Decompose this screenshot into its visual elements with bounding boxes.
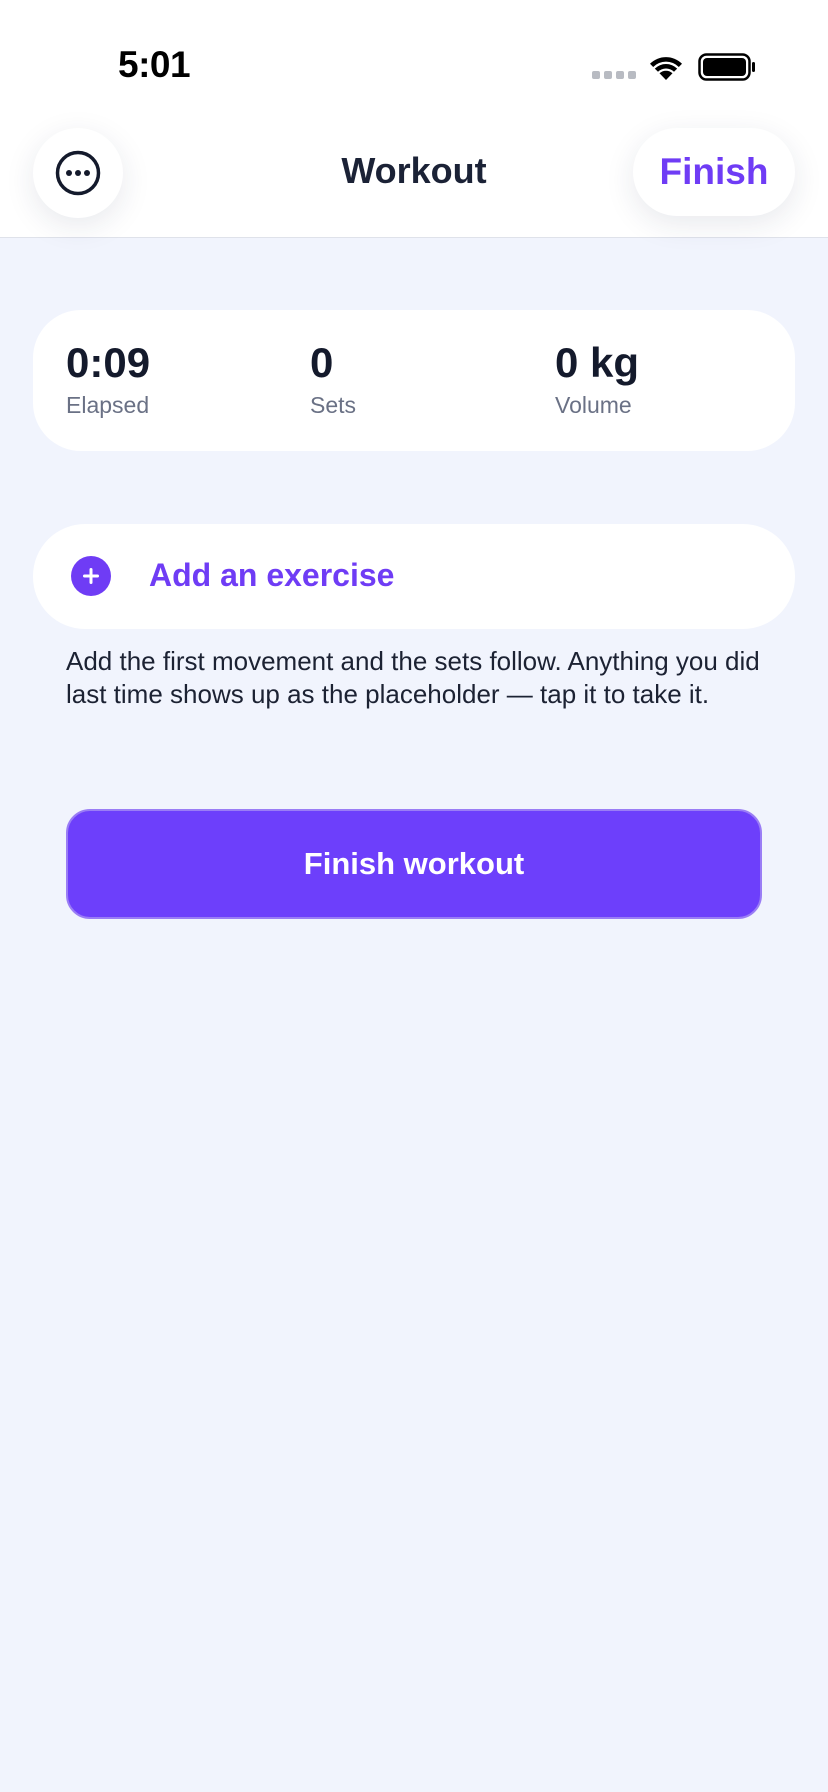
- empty-state-hint: Add the first movement and the sets foll…: [66, 646, 760, 709]
- add-exercise-label: Add an exercise: [149, 557, 395, 593]
- workout-stats-card: 0:09 Elapsed 0 Sets 0 kg Volume: [33, 310, 795, 451]
- stat-value: 0: [310, 339, 334, 386]
- top-bar: 5:01 Workout Finish: [0, 0, 828, 238]
- cellular-signal-icon: [592, 71, 636, 79]
- stat-value: 0 kg: [555, 339, 640, 386]
- wifi-icon: [650, 57, 682, 80]
- status-time: 5:01: [118, 44, 191, 85]
- add-exercise-button[interactable]: Add an exercise: [33, 524, 795, 629]
- battery-icon: [698, 53, 755, 81]
- plus-circle-icon: [71, 556, 111, 596]
- stat-sets: 0 Sets: [310, 339, 357, 419]
- stat-label: Volume: [555, 392, 632, 419]
- stat-value: 0:09: [66, 339, 151, 386]
- stat-label: Elapsed: [66, 392, 150, 419]
- stat-elapsed: 0:09 Elapsed: [66, 339, 151, 419]
- stat-label: Sets: [310, 392, 357, 419]
- stat-volume: 0 kg Volume: [555, 339, 640, 419]
- finish-button[interactable]: Finish: [633, 128, 795, 216]
- finish-workout-button[interactable]: Finish workout: [66, 809, 762, 919]
